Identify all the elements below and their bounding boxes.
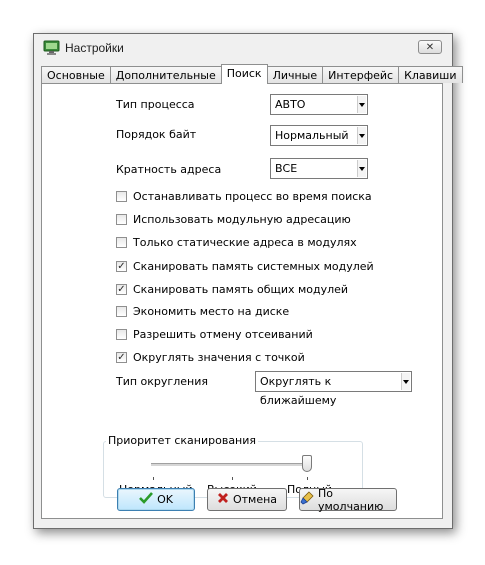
slider-tick	[153, 477, 154, 480]
defaults-button-label: По умолчанию	[318, 486, 384, 513]
app-icon	[43, 40, 61, 56]
checkbox-checked[interactable]: ✓	[116, 352, 127, 363]
option-label: Останавливать процесс во время поиска	[133, 190, 372, 203]
option-scan-shared-modules[interactable]: ✓ Сканировать память общих модулей	[116, 283, 348, 296]
option-static-only[interactable]: Только статические адреса в модулях	[116, 236, 357, 249]
checkbox[interactable]	[116, 306, 127, 317]
option-label: Округлять значения с точкой	[133, 351, 305, 364]
checkbox[interactable]	[116, 237, 127, 248]
rounding-type-select[interactable]: Округлять к ближайшему	[255, 371, 412, 407]
close-icon: ✕	[425, 41, 435, 53]
option-label: Использовать модульную адресацию	[133, 213, 351, 226]
checkbox-checked[interactable]: ✓	[116, 284, 127, 295]
window-title: Настройки	[65, 40, 124, 55]
tab-advanced[interactable]: Дополнительные	[109, 66, 222, 83]
chevron-down-icon	[357, 160, 366, 177]
byte-order-label: Порядок байт	[116, 128, 197, 141]
option-module-addressing[interactable]: Использовать модульную адресацию	[116, 213, 351, 226]
checkbox-checked[interactable]: ✓	[116, 261, 127, 272]
option-allow-undo-sifting[interactable]: Разрешить отмену отсеиваний	[116, 328, 313, 341]
tab-personal[interactable]: Личные	[266, 66, 324, 83]
scan-priority-title: Приоритет сканирования	[106, 434, 259, 447]
slider-tick	[307, 477, 308, 480]
checkmark-icon	[139, 492, 154, 507]
address-alignment-label: Кратность адреса	[116, 163, 222, 176]
title-bar: Настройки ✕	[34, 34, 452, 61]
ok-button[interactable]: OK	[117, 488, 195, 511]
option-round-floats[interactable]: ✓ Округлять значения с точкой	[116, 351, 305, 364]
option-save-disk-space[interactable]: Экономить место на диске	[116, 305, 289, 318]
tab-interface[interactable]: Интерфейс	[322, 66, 400, 83]
tab-strip: Основные Дополнительные Поиск Личные Инт…	[41, 64, 463, 84]
option-label: Сканировать память общих модулей	[133, 283, 349, 296]
ok-button-label: OK	[157, 493, 173, 506]
priority-slider-thumb[interactable]	[302, 455, 312, 472]
option-stop-process[interactable]: Останавливать процесс во время поиска	[116, 190, 372, 203]
byte-order-select[interactable]: Нормальный	[270, 125, 368, 146]
address-alignment-select[interactable]: ВСЕ	[270, 158, 368, 179]
priority-slider-track[interactable]	[151, 463, 311, 467]
option-label: Экономить место на диске	[133, 305, 290, 318]
chevron-down-icon	[401, 373, 410, 390]
option-scan-system-modules[interactable]: ✓ Сканировать память системных модулей	[116, 260, 374, 273]
rounding-type-label: Тип округления	[116, 375, 208, 388]
chevron-down-icon	[357, 96, 366, 113]
close-icon	[217, 492, 229, 507]
option-label: Сканировать память системных модулей	[133, 260, 374, 273]
checkbox[interactable]	[116, 329, 127, 340]
checkbox[interactable]	[116, 214, 127, 225]
close-button[interactable]: ✕	[418, 40, 442, 54]
search-settings-panel: Тип процесса АВТО Порядок байт Нормальны…	[41, 83, 443, 519]
process-type-label: Тип процесса	[116, 98, 195, 111]
address-alignment-value: ВСЕ	[275, 162, 298, 175]
byte-order-value: Нормальный	[275, 129, 349, 142]
checkbox[interactable]	[116, 191, 127, 202]
process-type-select[interactable]: АВТО	[270, 94, 368, 115]
rounding-type-value: Округлять к ближайшему	[260, 375, 337, 407]
process-type-value: АВТО	[275, 98, 306, 111]
tab-search[interactable]: Поиск	[220, 64, 268, 84]
settings-window: Настройки ✕ Основные Дополнительные Поис…	[33, 33, 463, 529]
brush-icon	[300, 491, 314, 508]
tab-hotkeys[interactable]: Клавиши	[398, 66, 463, 83]
chevron-down-icon	[357, 127, 366, 144]
defaults-button[interactable]: По умолчанию	[299, 486, 397, 513]
option-label: Только статические адреса в модулях	[133, 236, 357, 249]
option-label: Разрешить отмену отсеиваний	[133, 328, 313, 341]
cancel-button-label: Отмена	[232, 493, 278, 506]
tab-general[interactable]: Основные	[41, 66, 111, 83]
cancel-button[interactable]: Отмена	[207, 488, 287, 511]
slider-tick	[232, 477, 233, 480]
